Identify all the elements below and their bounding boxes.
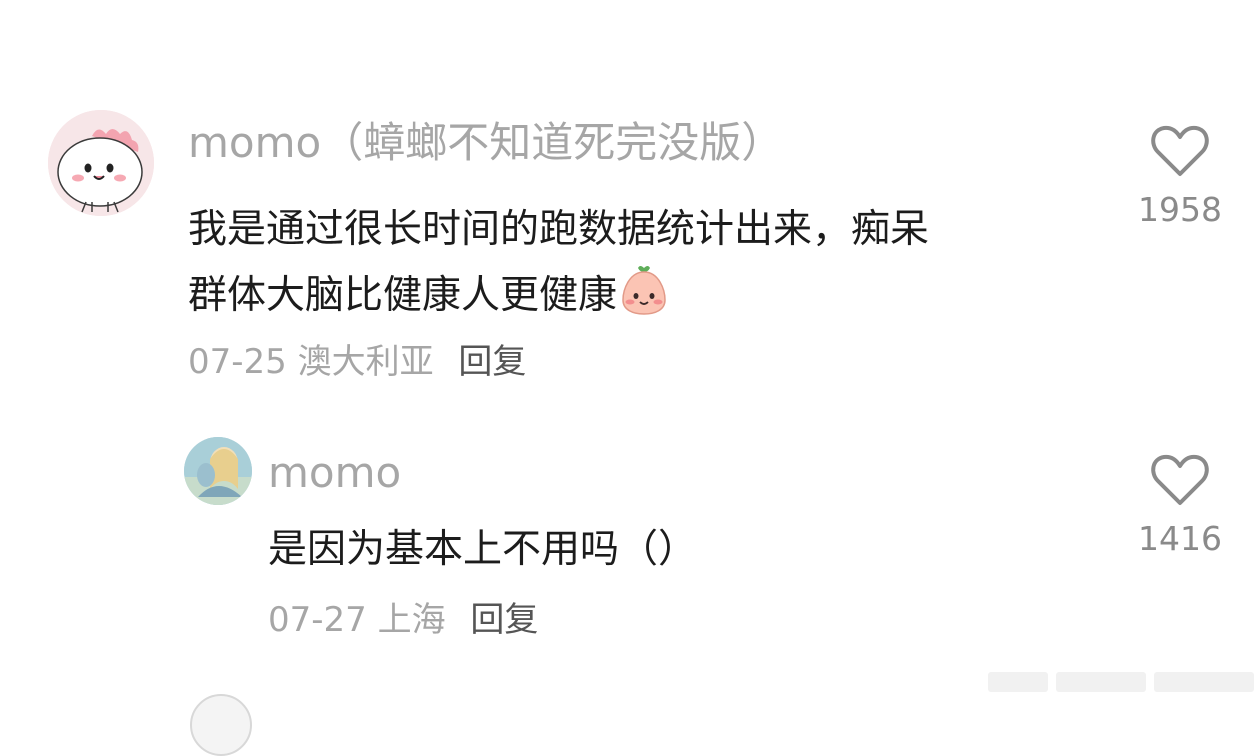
reply-comment-item: momo 是因为基本上不用吗（） 07-27 上海 回复 1416 [0,0,1260,660]
anime-illustration-avatar-icon [184,437,252,505]
reply-date: 07-27 [268,600,367,640]
reply-username[interactable]: momo [268,448,401,498]
next-comment-avatar[interactable] [190,694,252,756]
reply-text: 是因为基本上不用吗（） [268,527,698,572]
reply-commenter-avatar[interactable] [184,437,252,505]
reply-button[interactable]: 回复 [470,600,538,640]
reply-meta: 07-27 上海 回复 [268,600,538,640]
heart-outline-icon [1151,454,1209,505]
watermark [984,664,1254,700]
like-count: 1416 [1138,519,1222,558]
like-button[interactable]: 1416 [1125,453,1235,559]
reply-location: 上海 [377,600,446,640]
